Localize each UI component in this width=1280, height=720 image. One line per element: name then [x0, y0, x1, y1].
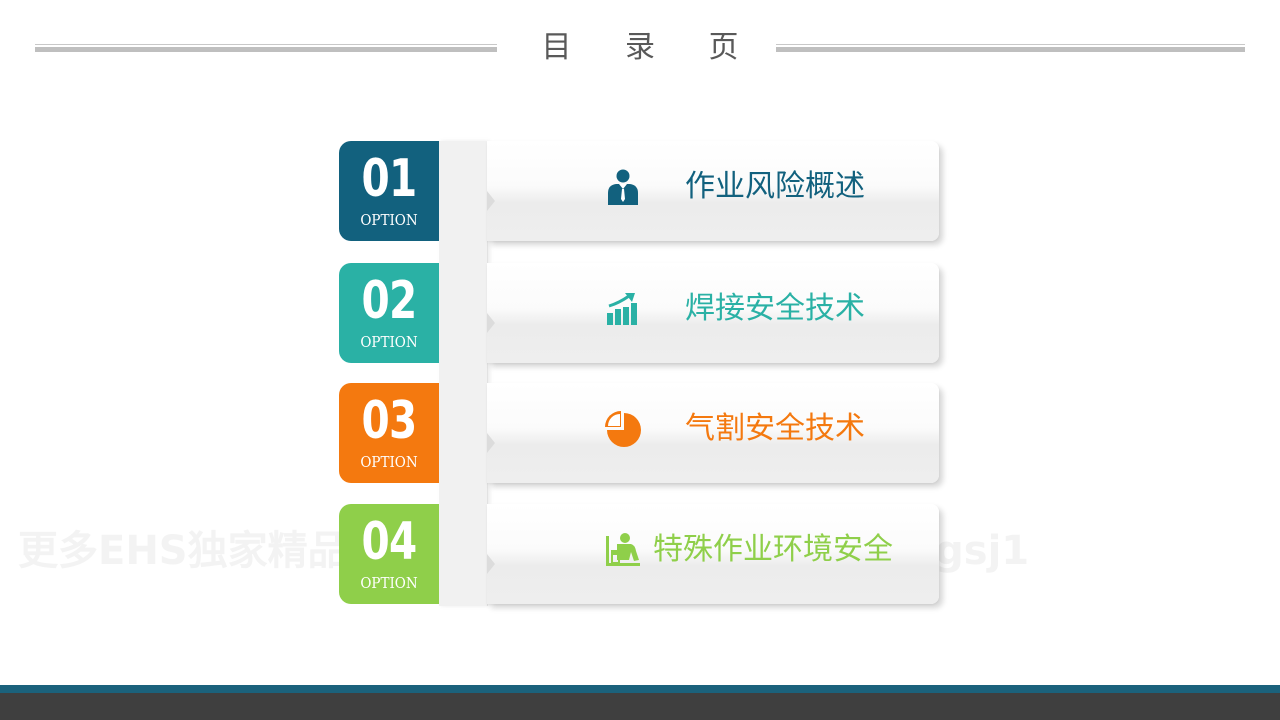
growth-chart-icon: [605, 289, 645, 329]
toc-item-4-card[interactable]: 特殊作业环境安全: [487, 504, 939, 604]
toc-item-3-badge: 03 OPTION: [339, 383, 439, 483]
toc-item-4-option: OPTION: [360, 574, 418, 592]
toc-item-4-badge: 04 OPTION: [339, 504, 439, 604]
person-icon: [605, 167, 645, 207]
toc-item-3-number: 03: [361, 391, 418, 451]
toc-item-4[interactable]: 04 OPTION 特殊作业环境安全: [339, 504, 959, 604]
worker-at-desk-icon: [605, 530, 645, 570]
footer-accent-bar: [0, 685, 1280, 693]
toc-item-1-option: OPTION: [360, 211, 418, 229]
pie-chart-icon: [605, 409, 645, 449]
toc-item-2-badge: 02 OPTION: [339, 263, 439, 363]
toc-item-1[interactable]: 01 OPTION 作业风险概述: [339, 141, 959, 241]
header-rule-right: [776, 44, 1245, 52]
toc-item-1-number: 01: [361, 149, 418, 209]
toc-item-2-card[interactable]: 焊接安全技术: [487, 263, 939, 363]
toc-item-2-option: OPTION: [360, 333, 418, 351]
toc-item-2[interactable]: 02 OPTION 焊接安全技术: [339, 263, 959, 363]
toc-item-1-badge: 01 OPTION: [339, 141, 439, 241]
toc-item-4-label: 特殊作业环境安全: [653, 532, 893, 567]
toc-item-3-option: OPTION: [360, 453, 418, 471]
toc-item-1-label: 作业风险概述: [685, 169, 865, 204]
toc-item-3-card[interactable]: 气割安全技术: [487, 383, 939, 483]
toc-item-3[interactable]: 03 OPTION 气割安全技术: [339, 383, 959, 483]
toc-menu: 01 OPTION 作业风险概述 02 OPTION 焊接安全技术 03 OPT…: [339, 141, 959, 621]
toc-item-2-number: 02: [361, 271, 418, 331]
toc-item-3-label: 气割安全技术: [685, 411, 865, 446]
footer-bar: [0, 693, 1280, 720]
toc-item-1-card[interactable]: 作业风险概述: [487, 141, 939, 241]
toc-item-4-number: 04: [361, 512, 418, 572]
toc-item-2-label: 焊接安全技术: [685, 291, 865, 326]
